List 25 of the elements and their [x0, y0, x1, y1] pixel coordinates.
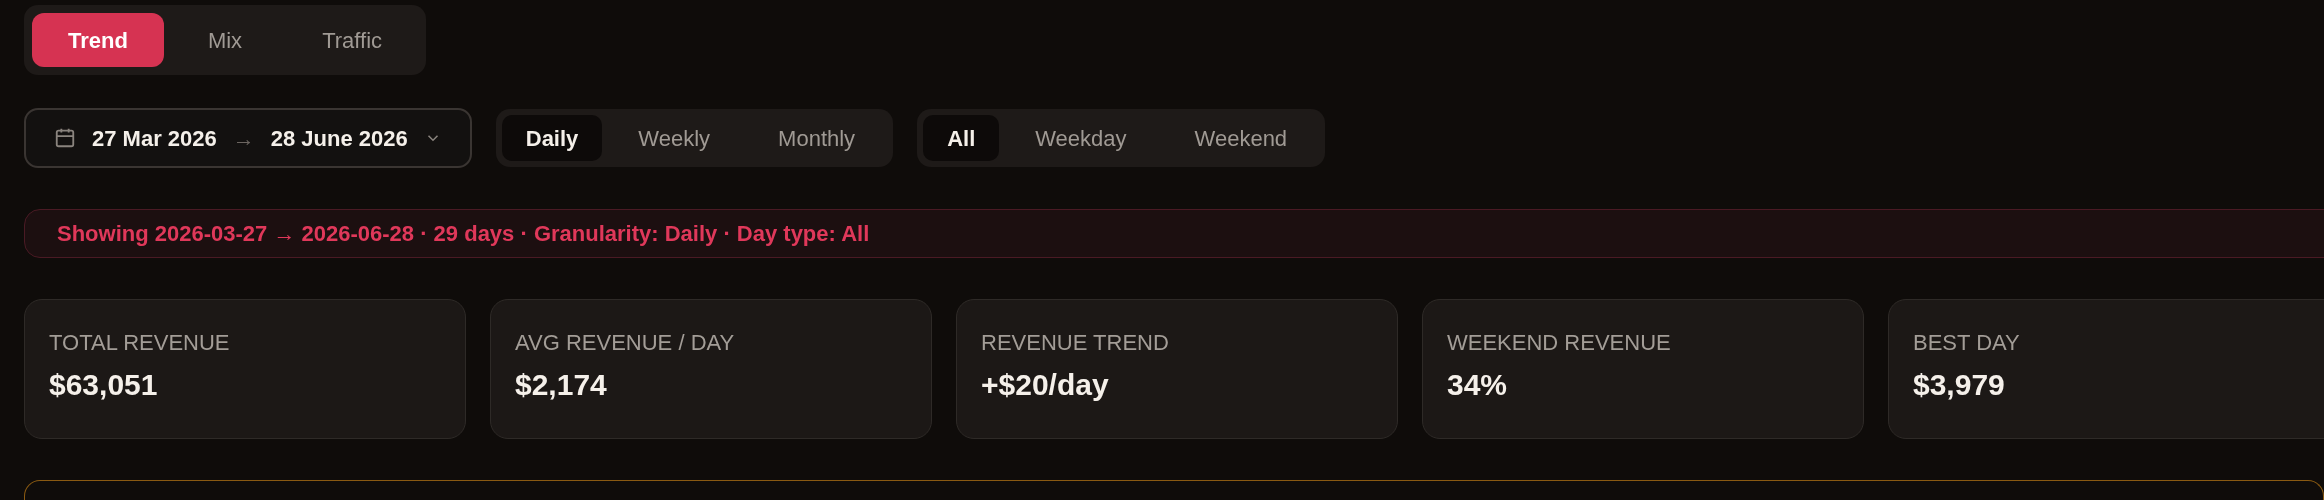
view-tab[interactable]: Mix [171, 13, 279, 67]
calendar-icon [54, 127, 76, 149]
view-tab[interactable]: Trend [32, 13, 164, 67]
date-range-picker[interactable]: 27 Mar 2026 → 28 June 2026 [24, 108, 472, 168]
stat-label: AVG REVENUE / DAY [515, 332, 736, 354]
segment-tab[interactable]: All [923, 115, 1000, 161]
segment-tab[interactable]: Weekly [606, 115, 743, 161]
stat-value: +$20/day [981, 370, 1110, 400]
segment-tab[interactable]: Weekday [1003, 115, 1159, 161]
end-date: 28 June 2026 [270, 124, 408, 153]
arrow-glyph: → [232, 124, 255, 153]
stat-value: 34% [1447, 370, 1509, 400]
summary-text: Showing 2026-03-27 → 2026-06-28 · 29 days · Granularity: Daily · Day type: All [57, 220, 870, 248]
stat-value: $63,051 [49, 370, 159, 400]
segment-tab[interactable]: Monthly [746, 115, 888, 161]
stat-label: TOTAL REVENUE [49, 332, 231, 354]
stat-value: $2,174 [515, 370, 608, 400]
stat-label: WEEKEND REVENUE [1447, 332, 1672, 354]
start-date: 27 Mar 2026 [92, 124, 217, 153]
stat-label: REVENUE TREND [981, 332, 1170, 354]
stat-value: $3,979 [1913, 370, 2006, 400]
view-tab[interactable]: Traffic [286, 13, 419, 67]
segment-tab[interactable]: Weekend [1162, 115, 1320, 161]
segment-tab[interactable]: Daily [501, 115, 603, 161]
stat-label: BEST DAY [1913, 332, 2021, 354]
